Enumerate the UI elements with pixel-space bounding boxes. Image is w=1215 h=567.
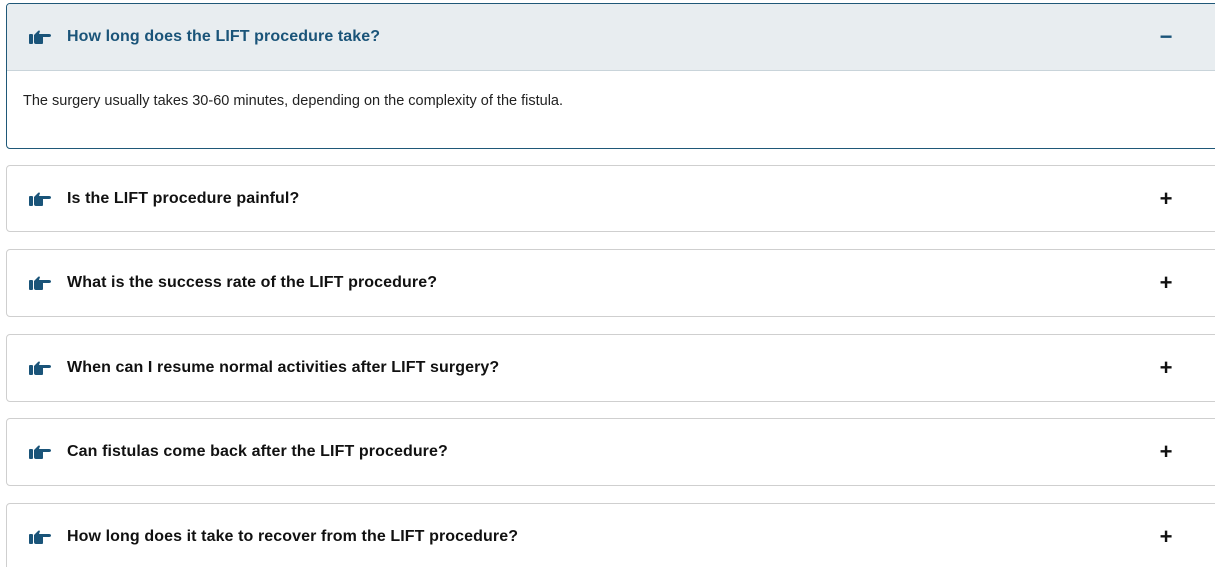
faq-question[interactable]: Can fistulas come back after the LIFT pr…	[67, 443, 448, 461]
hand-pointing-right-icon	[29, 361, 51, 375]
faq-question-header[interactable]: How long does it take to recover from th…	[7, 504, 1215, 567]
faq-question-header[interactable]: What is the success rate of the LIFT pro…	[7, 250, 1215, 316]
faq-question[interactable]: Is the LIFT procedure painful?	[67, 190, 299, 208]
faq-item-recurrence: Can fistulas come back after the LIFT pr…	[6, 418, 1215, 486]
faq-question[interactable]: What is the success rate of the LIFT pro…	[67, 274, 437, 292]
faq-question-header[interactable]: When can I resume normal activities afte…	[7, 335, 1215, 401]
faq-accordion: How long does the LIFT procedure take? −…	[0, 0, 1215, 567]
hand-pointing-right-icon	[29, 192, 51, 206]
faq-question[interactable]: When can I resume normal activities afte…	[67, 359, 499, 377]
faq-item-success-rate: What is the success rate of the LIFT pro…	[6, 249, 1215, 317]
faq-question-header[interactable]: How long does the LIFT procedure take? −	[7, 4, 1215, 71]
plus-icon[interactable]: +	[1156, 357, 1176, 379]
faq-item-resume-activities: When can I resume normal activities afte…	[6, 334, 1215, 402]
faq-question[interactable]: How long does it take to recover from th…	[67, 528, 518, 546]
plus-icon[interactable]: +	[1156, 272, 1176, 294]
faq-question-header[interactable]: Can fistulas come back after the LIFT pr…	[7, 419, 1215, 485]
hand-pointing-right-icon	[29, 276, 51, 290]
minus-icon[interactable]: −	[1156, 26, 1176, 48]
faq-item-recovery-time: How long does it take to recover from th…	[6, 503, 1215, 567]
plus-icon[interactable]: +	[1156, 526, 1176, 548]
faq-question-header[interactable]: Is the LIFT procedure painful? +	[7, 166, 1215, 232]
faq-question[interactable]: How long does the LIFT procedure take?	[67, 28, 380, 46]
plus-icon[interactable]: +	[1156, 188, 1176, 210]
hand-pointing-right-icon	[29, 30, 51, 44]
faq-item-recovery-duration: How long does the LIFT procedure take? −…	[6, 3, 1215, 149]
plus-icon[interactable]: +	[1156, 441, 1176, 463]
faq-item-painful: Is the LIFT procedure painful? +	[6, 165, 1215, 232]
hand-pointing-right-icon	[29, 445, 51, 459]
faq-answer: The surgery usually takes 30-60 minutes,…	[23, 93, 564, 109]
hand-pointing-right-icon	[29, 530, 51, 544]
